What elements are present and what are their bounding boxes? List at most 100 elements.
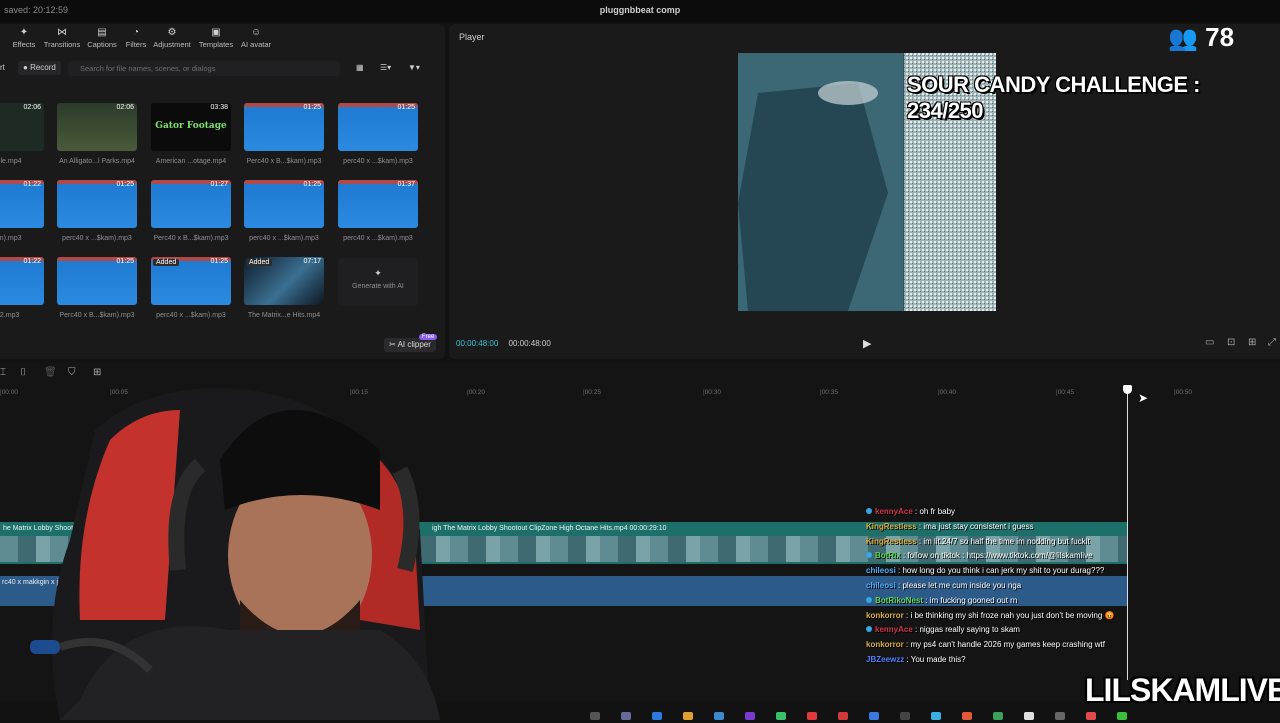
media-thumbnail[interactable]: 01:25 [338, 103, 418, 151]
media-thumbnail[interactable]: 03:38 Gator Footage [151, 103, 231, 151]
chat-message: KingRestless : im lit.24/7 so half the t… [866, 535, 1128, 550]
dock-app-icon[interactable] [869, 712, 879, 720]
layout-icon[interactable]: ⊞ [1248, 337, 1256, 348]
dock-app-icon[interactable] [931, 712, 941, 720]
tool-adjustment[interactable]: ⚙ Adjustment [152, 26, 192, 50]
tool-ai-avatar[interactable]: ☺ AI avatar [236, 26, 276, 50]
ruler-tick: |00:45 [1056, 389, 1074, 396]
ruler-tick: |00:50 [1174, 389, 1192, 396]
viewer-count: 👥 78 [1168, 22, 1234, 53]
media-panel: ✦ Effects ⋈ Transitions ▤ Captions ◔ Filters ⚙ Ad… [0, 24, 445, 359]
added-badge: Added [246, 259, 273, 266]
tool-label: Filters [125, 40, 147, 49]
media-thumbnail[interactable]: 02:06 [57, 103, 137, 151]
media-thumbnail[interactable]: 02:06 [0, 103, 44, 151]
media-thumbnail[interactable]: 01:37 [338, 180, 418, 228]
thumbnail-duration: 01:25 [303, 104, 321, 111]
dock-app-icon[interactable] [714, 712, 724, 720]
fullscreen-icon[interactable]: ⤢ [1268, 337, 1276, 348]
dock-app-icon[interactable] [1117, 712, 1127, 720]
sparkle-icon: ✦ [374, 268, 382, 278]
chat-overlay: kennyAce : oh fr baby KingRestless : ima … [866, 505, 1128, 668]
playhead-handle[interactable] [1123, 385, 1132, 394]
media-filename: The Matrix...e Hits.mp4 [247, 312, 321, 319]
import-button-partial[interactable]: rt [0, 61, 5, 75]
dock-app-icon[interactable] [1055, 712, 1065, 720]
media-thumbnail[interactable]: 01:22 [0, 180, 44, 228]
media-thumbnail[interactable]: 01:25 [244, 180, 324, 228]
tool-label: Transitions [43, 40, 81, 49]
chat-text: : ima just stay consistent i guess [916, 521, 1034, 531]
dock-app-icon[interactable] [776, 712, 786, 720]
media-filename: perc40 x ...$kam).mp3 [249, 235, 319, 242]
chat-message: JBZeewzz : You made this? [866, 653, 1128, 668]
dock-app-icon[interactable] [838, 712, 848, 720]
streamer-silhouette [30, 388, 440, 720]
tool-label: Captions [87, 40, 117, 49]
dock-app-icon[interactable] [900, 712, 910, 720]
tool-label: Effects [12, 40, 36, 49]
media-filename: Perc40 x B...$kam).mp3 [153, 235, 229, 242]
player-title: Player [459, 32, 485, 42]
dock-app-icon[interactable] [590, 712, 600, 720]
chat-text: : i be thinking my shi froze nah you jus… [903, 610, 1115, 620]
dock-app-icon[interactable] [1086, 712, 1096, 720]
thumbnail-duration: 07:17 [303, 258, 321, 265]
media-thumbnail[interactable]: 01:25 [244, 103, 324, 151]
record-button[interactable]: ● Record [18, 61, 61, 75]
chat-username: JBZeewzz [866, 654, 905, 664]
media-thumbnail[interactable]: 01:25 [57, 180, 137, 228]
thumbnail-duration: 01:25 [116, 181, 134, 188]
thumbnail-duration: 01:25 [116, 258, 134, 265]
media-thumbnail[interactable]: 07:17 Added [244, 257, 324, 305]
media-thumbnail[interactable]: 01:22 [0, 257, 44, 305]
dock-app-icon[interactable] [621, 712, 631, 720]
media-thumbnail[interactable]: 01:25 Added [151, 257, 231, 305]
thumbnail-duration: 01:22 [23, 258, 41, 265]
tool-label: Adjustment [153, 40, 191, 49]
dock-app-icon[interactable] [745, 712, 755, 720]
dock-app-icon[interactable] [807, 712, 817, 720]
tool-transitions[interactable]: ⋈ Transitions [42, 26, 82, 50]
thumbnail-duration: 02:06 [23, 104, 41, 111]
media-thumbnail[interactable]: 01:25 [57, 257, 137, 305]
filter-icon[interactable]: ▼▾ [408, 61, 420, 75]
chat-username: chileosi [866, 566, 896, 576]
chat-username: BotRikoNest [875, 595, 924, 605]
clip-label-right: igh The Matrix Lobby Shootout ClipZone H… [432, 525, 667, 532]
media-search-input[interactable]: Search for file names, scenes, or dialog… [68, 61, 340, 76]
templates-icon: ▣ [211, 27, 221, 38]
dock-app-icon[interactable] [683, 712, 693, 720]
ruler-tick: |00:35 [820, 389, 838, 396]
thumbnail-duration: 01:27 [210, 181, 228, 188]
dock-app-icon[interactable] [962, 712, 972, 720]
tool-templates[interactable]: ▣ Templates [196, 26, 236, 50]
media-thumbnail[interactable]: 01:27 [151, 180, 231, 228]
chat-username: chileosi [866, 580, 896, 590]
ratio-icon[interactable]: ▭ [1205, 337, 1214, 348]
chat-message: kennyAce : niggas really saying to skam [866, 623, 1128, 638]
channel-brand: LILSKAMLIVE [1085, 672, 1280, 708]
chat-text: : im fucking gooned out rn [923, 595, 1018, 605]
avatar-icon: ☺ [251, 27, 262, 38]
dock-app-icon[interactable] [1024, 712, 1034, 720]
dock [470, 711, 1127, 720]
sort-icon[interactable]: ☰▾ [380, 61, 391, 75]
grid-view-icon[interactable]: ▦ [356, 61, 364, 75]
screenshot-icon[interactable]: ⊡ [1227, 337, 1235, 348]
chat-username: kennyAce [875, 625, 913, 635]
play-icon[interactable]: ▶ [863, 337, 871, 350]
chat-message: konkorror : my ps4 can't handle 2026 my … [866, 638, 1128, 653]
chat-message: kennyAce : oh fr baby [866, 505, 1128, 520]
generate-with-ai-tile[interactable]: ✦ Generate with AI [338, 258, 418, 306]
chat-username: BotRix [875, 551, 901, 561]
tool-effects[interactable]: ✦ Effects [4, 26, 44, 50]
dock-app-icon[interactable] [993, 712, 1003, 720]
dock-app-icon[interactable] [652, 712, 662, 720]
chat-text: : please let me cum inside you nga [895, 580, 1022, 590]
chat-username: konkorror [866, 640, 904, 650]
ai-clipper-button[interactable]: ✂ AI clipper [384, 338, 436, 352]
chat-message: KingRestless : ima just stay consistent … [866, 520, 1128, 535]
tool-filters[interactable]: ◔ Filters [116, 26, 156, 50]
generate-label: Generate with AI [352, 283, 404, 290]
